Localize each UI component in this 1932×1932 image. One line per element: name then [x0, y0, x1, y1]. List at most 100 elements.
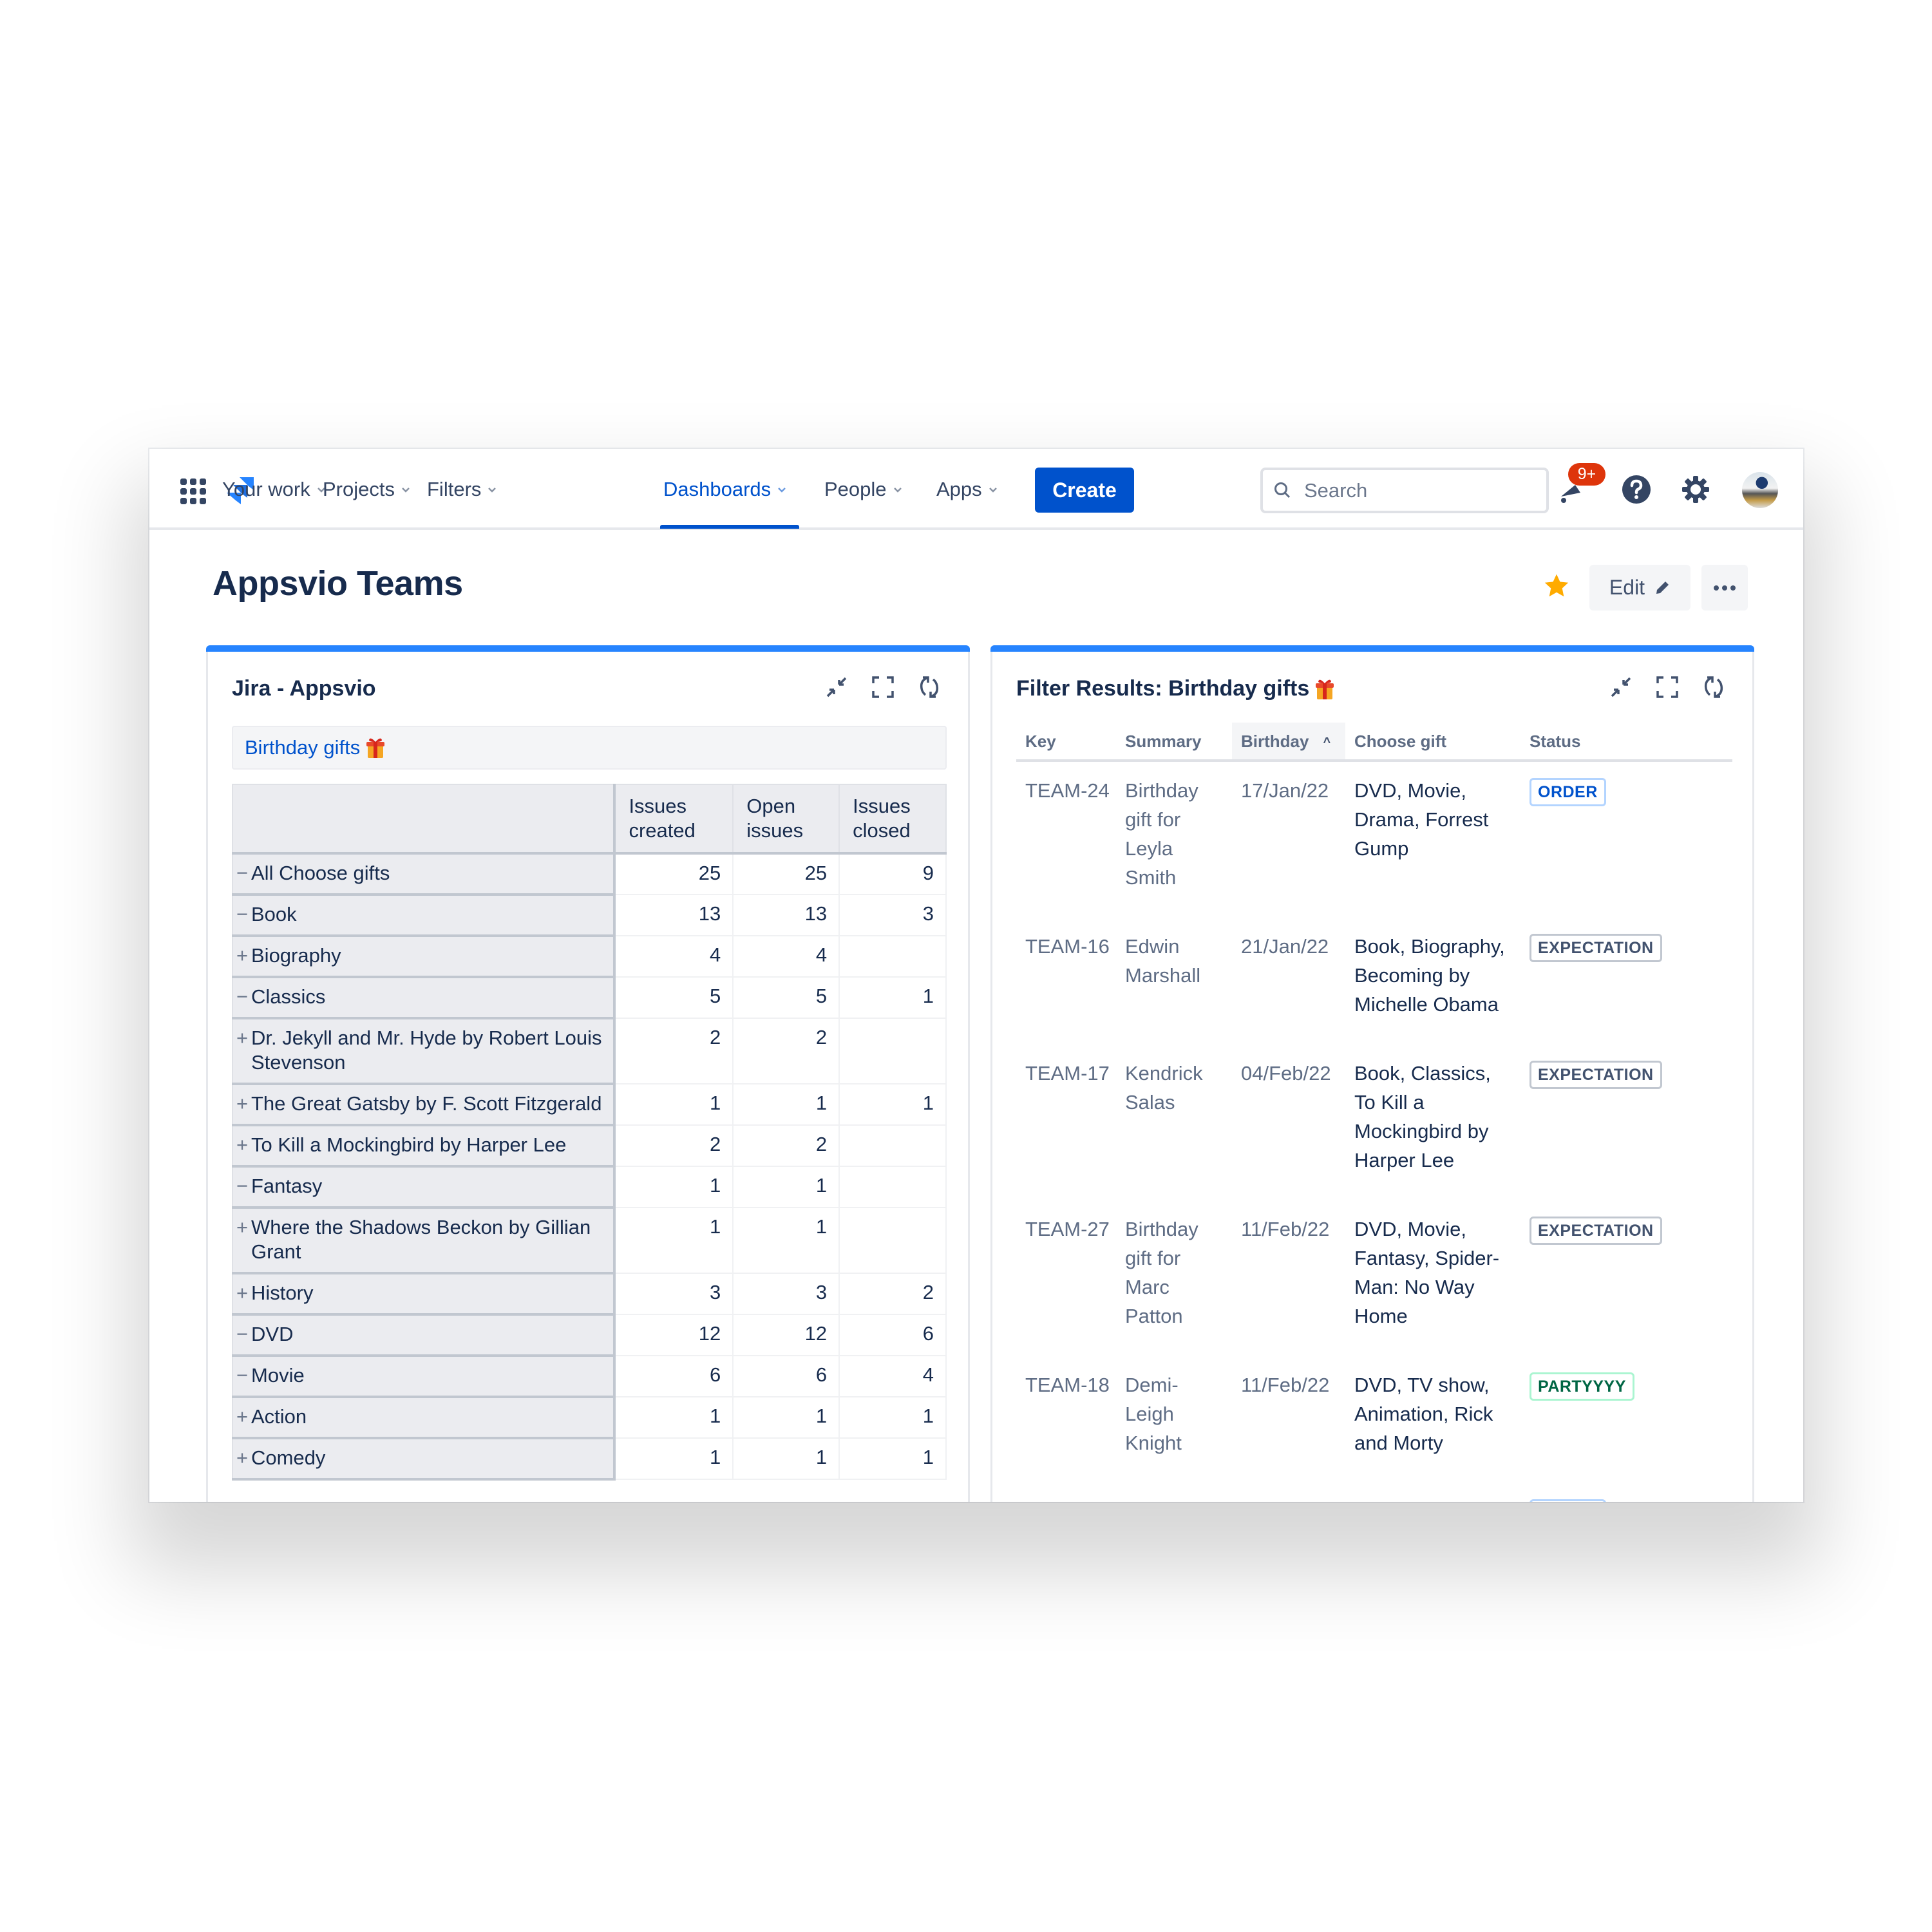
star-icon[interactable]: [1542, 573, 1571, 600]
nav-people[interactable]: People: [824, 473, 904, 506]
issues-created-cell: 1: [614, 1166, 734, 1208]
row-label: Book: [251, 903, 297, 925]
issue-status-cell: EXPECTATION: [1520, 918, 1732, 1045]
row-label-cell: − DVD: [231, 1314, 616, 1357]
issues-closed-cell: [838, 1207, 947, 1274]
app-switcher-icon[interactable]: [180, 478, 206, 504]
fullscreen-icon[interactable]: [1654, 674, 1680, 700]
search-box[interactable]: [1260, 468, 1549, 513]
expand-icon[interactable]: +: [233, 1446, 251, 1470]
issue-key[interactable]: TEAM-16: [1016, 918, 1116, 1045]
pivot-row: − DVD 12 12 6: [231, 1314, 947, 1357]
issue-row[interactable]: TEAM-17 Kendrick Salas 04/Feb/22 Book, Clas…: [1016, 1045, 1732, 1200]
edit-button[interactable]: Edit: [1589, 565, 1690, 611]
issues-created-cell: 4: [614, 935, 734, 978]
row-header-corner: [231, 784, 616, 855]
minimize-icon[interactable]: [1608, 674, 1634, 700]
column-header[interactable]: Open issues: [732, 784, 840, 855]
dot: [1714, 585, 1719, 591]
status-lozenge: EXPECTATION: [1530, 1061, 1662, 1089]
issue-key[interactable]: TEAM-24: [1016, 761, 1116, 918]
refresh-icon[interactable]: [916, 674, 942, 700]
expand-icon[interactable]: +: [233, 1215, 251, 1240]
help-icon[interactable]: [1622, 475, 1651, 504]
row-label-wrap: − Book: [233, 902, 601, 927]
nav-dashboards[interactable]: Dashboards: [663, 473, 788, 506]
issue-row[interactable]: TEAM-24 Birthday gift for Leyla Smith 17/J…: [1016, 761, 1732, 918]
collapse-icon[interactable]: −: [233, 985, 251, 1009]
nav-filters[interactable]: Filters: [427, 473, 498, 506]
notification-badge: 9+: [1568, 463, 1605, 486]
create-button[interactable]: Create: [1035, 468, 1134, 513]
issue-summary[interactable]: Kendrick Salas: [1116, 1045, 1232, 1200]
column-header-summary[interactable]: Summary: [1116, 723, 1232, 762]
issue-summary[interactable]: Demi-Leigh Knight: [1116, 1356, 1232, 1483]
collapse-icon[interactable]: −: [233, 902, 251, 927]
open-issues-cell: 6: [732, 1355, 840, 1397]
search-input[interactable]: [1304, 478, 1523, 502]
column-header-birthday[interactable]: Birthday ^: [1232, 723, 1345, 762]
refresh-icon[interactable]: [1701, 674, 1727, 700]
issue-row[interactable]: TEAM-20Emma Sophie Jones18/Feb/22DVD, TV…: [1016, 1483, 1732, 1502]
column-header-label: Birthday: [1241, 732, 1309, 751]
pivot-row: + Action 1 1 1: [231, 1396, 947, 1439]
collapse-icon[interactable]: −: [233, 1174, 251, 1198]
more-actions-button[interactable]: [1701, 565, 1748, 611]
nav-projects[interactable]: Projects: [323, 473, 412, 506]
issue-row[interactable]: TEAM-18 Demi-Leigh Knight 11/Feb/22 DVD, TV…: [1016, 1356, 1732, 1483]
active-tab-indicator: [660, 525, 799, 529]
issue-row[interactable]: TEAM-16 Edwin Marshall 21/Jan/22 Book, Biog…: [1016, 918, 1732, 1045]
column-header-key[interactable]: Key: [1016, 723, 1116, 762]
filter-link[interactable]: Birthday gifts: [245, 736, 360, 759]
browser-window: Your work Projects Filters Dashboards Pe…: [149, 449, 1803, 1502]
settings-icon[interactable]: [1681, 475, 1710, 504]
dot: [1722, 585, 1727, 591]
nav-your-work[interactable]: Your work: [222, 473, 327, 506]
issues-created-cell: 3: [614, 1273, 734, 1315]
collapse-icon[interactable]: −: [233, 1363, 251, 1388]
chevron-down-icon: [893, 488, 902, 493]
issue-key[interactable]: TEAM-18: [1016, 1356, 1116, 1483]
row-label-cell: + To Kill a Mockingbird by Harper Lee: [231, 1124, 616, 1168]
user-avatar[interactable]: [1742, 472, 1778, 508]
pivot-row: − Movie 6 6 4: [231, 1355, 947, 1398]
column-header-choose-gift[interactable]: Choose gift: [1345, 723, 1520, 762]
issue-choose-gift: DVD, TV show, Comedy, Friends: [1345, 1483, 1520, 1502]
issue-summary[interactable]: Edwin Marshall: [1116, 918, 1232, 1045]
issue-key[interactable]: TEAM-27: [1016, 1200, 1116, 1356]
expand-icon[interactable]: +: [233, 1281, 251, 1305]
collapse-icon[interactable]: −: [233, 1322, 251, 1347]
expand-icon[interactable]: +: [233, 1405, 251, 1429]
pivot-row: + Where the Shadows Beckon by Gillian Gra…: [231, 1207, 947, 1274]
expand-icon[interactable]: +: [233, 1092, 251, 1116]
fullscreen-icon[interactable]: [870, 674, 896, 700]
expand-icon[interactable]: +: [233, 1026, 251, 1050]
row-label-wrap: + To Kill a Mockingbird by Harper Lee: [233, 1133, 601, 1157]
row-label-wrap: + Comedy: [233, 1446, 601, 1470]
issue-row[interactable]: TEAM-27 Birthday gift for Marc Patton 11/F…: [1016, 1200, 1732, 1356]
issue-key[interactable]: TEAM-17: [1016, 1045, 1116, 1200]
expand-icon[interactable]: +: [233, 943, 251, 968]
nav-label: Filters: [427, 478, 482, 500]
collapse-icon[interactable]: −: [233, 861, 251, 886]
nav-apps[interactable]: Apps: [936, 473, 999, 506]
issue-status-cell: ORDER: [1520, 761, 1732, 918]
issues-closed-cell: 2: [838, 1273, 947, 1315]
issues-closed-cell: [838, 935, 947, 978]
open-issues-cell: 3: [732, 1273, 840, 1315]
column-header-status[interactable]: Status: [1520, 723, 1732, 762]
column-header[interactable]: Issues created: [614, 784, 734, 855]
expand-icon[interactable]: +: [233, 1133, 251, 1157]
issue-summary[interactable]: Birthday gift for Marc Patton: [1116, 1200, 1232, 1356]
issue-summary[interactable]: Birthday gift for Leyla Smith: [1116, 761, 1232, 918]
issue-summary[interactable]: Emma Sophie Jones: [1116, 1483, 1232, 1502]
pivot-row: − Classics 5 5 1: [231, 976, 947, 1019]
row-label-cell: − Book: [231, 894, 616, 937]
gadget-actions: [1608, 674, 1727, 700]
minimize-icon[interactable]: [824, 674, 849, 700]
pencil-icon: [1656, 581, 1669, 594]
column-header[interactable]: Issues closed: [838, 784, 947, 855]
issue-key[interactable]: TEAM-20: [1016, 1483, 1116, 1502]
issues-created-cell: 5: [614, 976, 734, 1019]
issue-status-cell: EXPECTATION: [1520, 1200, 1732, 1356]
